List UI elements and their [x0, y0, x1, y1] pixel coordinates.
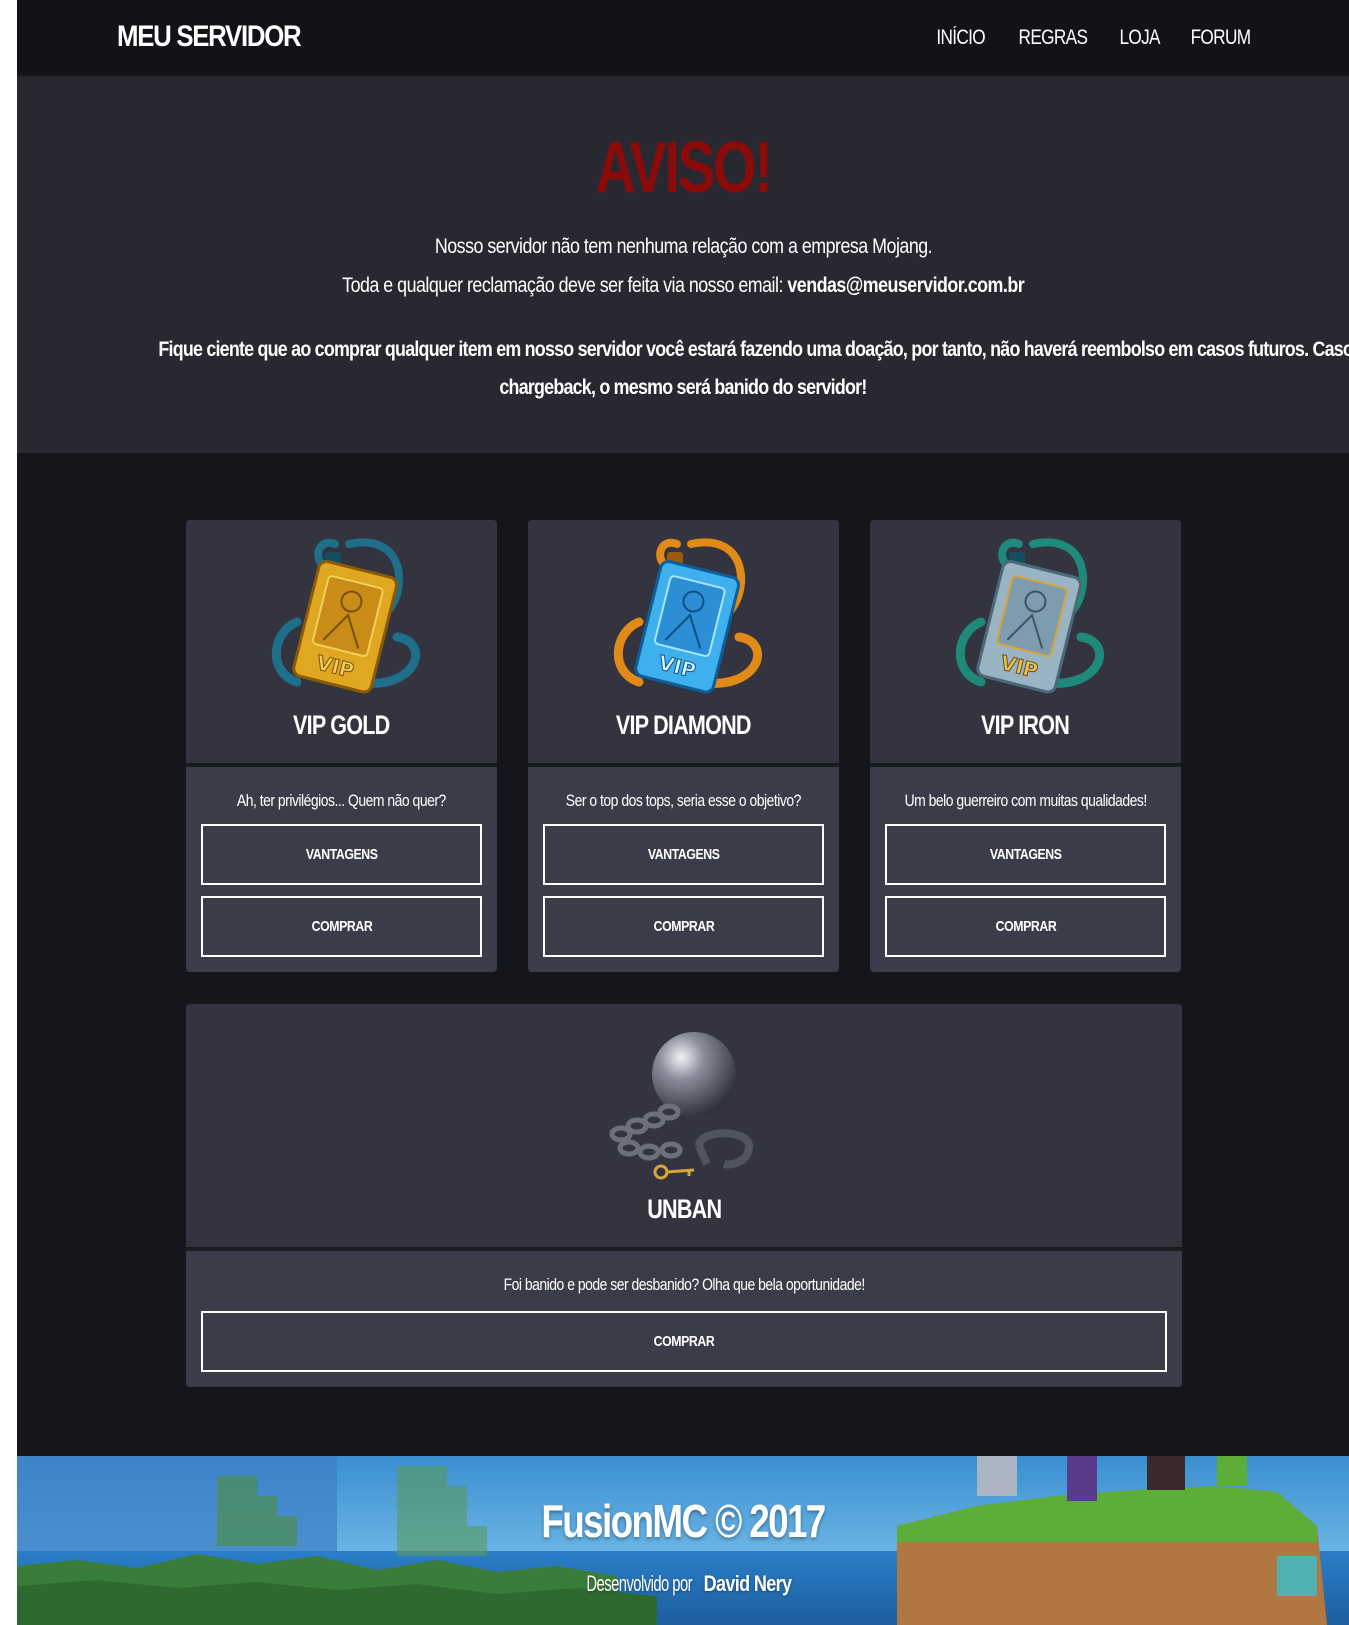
product-card-unban: UNBAN Foi banido e pode ser desbanido? O…	[186, 1004, 1182, 1387]
footer: FusionMC © 2017 Desenvolvido por David N…	[17, 1456, 1349, 1625]
product-card-vip-iron: VIP VIP IRON Um belo guerreiro com muita…	[870, 520, 1181, 972]
vip-iron-badge-icon: VIP	[955, 538, 1104, 694]
footer-credits: Desenvolvido por David Nery	[17, 1571, 1349, 1597]
navbar: MEU SERVIDOR INÍCIO REGRAS LOJA FORUM	[17, 0, 1349, 77]
footer-title: FusionMC © 2017	[541, 1495, 826, 1547]
card-description: Um belo guerreiro com muitas qualidades!	[904, 791, 1147, 810]
buy-button[interactable]: COMPRAR	[543, 896, 824, 957]
card-title: VIP DIAMOND	[616, 710, 752, 740]
notice-line-1: Nosso servidor não tem nenhuma relação c…	[17, 235, 1349, 259]
card-header: VIP VIP DIAMOND	[528, 520, 839, 767]
card-title: VIP IRON	[981, 710, 1070, 740]
ball-and-chain-icon	[609, 1032, 754, 1180]
card-title: VIP GOLD	[293, 710, 390, 740]
vip-gold-badge-icon: VIP	[271, 538, 420, 694]
card-description: Ser o top dos tops, seria esse o objetiv…	[565, 791, 802, 810]
buy-button[interactable]: COMPRAR	[885, 896, 1166, 957]
notice-section: AVISO! Nosso servidor não tem nenhuma re…	[17, 77, 1349, 453]
notice-line-2: Toda e qualquer reclamação deve ser feit…	[17, 274, 1349, 298]
card-header: VIP VIP IRON	[870, 520, 1181, 767]
notice-email[interactable]: vendas@meuservidor.com.br	[787, 274, 1024, 297]
brand-logo[interactable]: MEU SERVIDOR	[117, 20, 302, 54]
card-header: UNBAN	[186, 1004, 1182, 1251]
nav-link-forum[interactable]: FORUM	[1191, 26, 1252, 50]
notice-title: AVISO!	[595, 128, 773, 208]
page: MEU SERVIDOR INÍCIO REGRAS LOJA FORUM AV…	[17, 0, 1349, 1625]
nav-link-regras[interactable]: REGRAS	[1018, 26, 1087, 50]
advantages-button[interactable]: VANTAGENS	[201, 824, 482, 885]
card-description: Foi banido e pode ser desbanido? Olha qu…	[503, 1275, 865, 1294]
notice-line-1-text: Nosso servidor não tem nenhuma relação c…	[434, 235, 932, 258]
notice-warning-line-1: Fique ciente que ao comprar qualquer ite…	[158, 338, 1349, 361]
footer-author[interactable]: David Nery	[704, 1571, 792, 1596]
vip-diamond-badge-icon: VIP	[613, 538, 762, 694]
advantages-button[interactable]: VANTAGENS	[885, 824, 1166, 885]
card-title: UNBAN	[647, 1194, 722, 1224]
notice-line-2-text: Toda e qualquer reclamação deve ser feit…	[342, 274, 788, 297]
notice-warning-line-2: chargeback, o mesmo será banido do servi…	[499, 376, 867, 399]
buy-button[interactable]: COMPRAR	[201, 896, 482, 957]
card-header: VIP VIP GOLD	[186, 520, 497, 767]
footer-credits-prefix: Desenvolvido por	[586, 1571, 692, 1596]
nav-link-inicio[interactable]: INÍCIO	[937, 26, 986, 50]
nav-link-loja[interactable]: LOJA	[1119, 26, 1160, 50]
buy-button[interactable]: COMPRAR	[201, 1311, 1167, 1372]
notice-warning: Fique ciente que ao comprar qualquer ite…	[43, 331, 1349, 407]
advantages-button[interactable]: VANTAGENS	[543, 824, 824, 885]
card-description: Ah, ter privilégios... Quem não quer?	[237, 791, 446, 810]
nav-menu: INÍCIO REGRAS LOJA FORUM	[931, 26, 1257, 50]
product-card-vip-gold: VIP VIP GOLD Ah, ter privilégios... Quem…	[186, 520, 497, 972]
product-card-vip-diamond: VIP VIP DIAMOND Ser o top dos tops, seri…	[528, 520, 839, 972]
